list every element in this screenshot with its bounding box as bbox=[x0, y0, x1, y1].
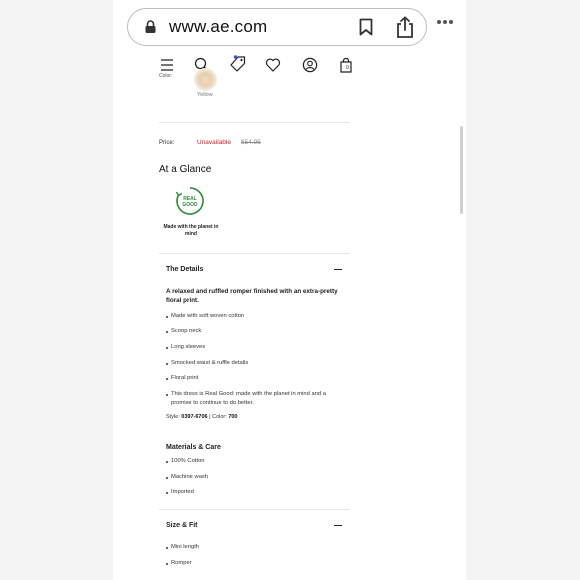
list-item: Smocked waist & ruffle details bbox=[166, 359, 341, 368]
list-item: Long sleeves bbox=[166, 343, 341, 352]
product-description: A relaxed and ruffled romper finished wi… bbox=[166, 288, 338, 304]
divider bbox=[159, 509, 350, 510]
materials-title: Materials & Care bbox=[166, 444, 221, 451]
list-item: Made with soft woven cotton bbox=[166, 312, 341, 321]
glance-title: At a Glance bbox=[159, 164, 212, 175]
price-original: $54.95 bbox=[241, 139, 261, 146]
share-icon[interactable] bbox=[396, 16, 414, 38]
price-status: Unavailable bbox=[197, 139, 231, 146]
collapse-size-fit-icon[interactable] bbox=[334, 525, 342, 527]
more-options-icon[interactable] bbox=[437, 20, 455, 26]
list-item: 100% Cotton bbox=[166, 457, 341, 466]
color-label: Color: bbox=[159, 73, 173, 79]
logo-line2: GOOD bbox=[182, 202, 198, 208]
list-item: Machine wash bbox=[166, 473, 341, 482]
lock-icon bbox=[145, 20, 156, 33]
swatch-name: Yellow bbox=[197, 92, 213, 98]
style-value: 0397-6706 bbox=[181, 414, 208, 420]
address-bar[interactable]: www.ae.com bbox=[127, 8, 427, 46]
color-code-label: Color: bbox=[212, 414, 227, 420]
bookmark-icon[interactable] bbox=[359, 18, 373, 36]
list-item: This dress is Real Good: made with the p… bbox=[166, 390, 331, 408]
scrollbar[interactable] bbox=[460, 126, 463, 214]
details-title[interactable]: The Details bbox=[166, 266, 203, 273]
divider bbox=[159, 122, 350, 123]
heart-icon[interactable] bbox=[265, 57, 281, 73]
collapse-details-icon[interactable] bbox=[334, 269, 342, 271]
price-label: Price: bbox=[159, 140, 175, 146]
real-good-logo: REAL GOOD bbox=[175, 187, 204, 215]
list-item: Floral print bbox=[166, 374, 341, 383]
bag-count: 0 bbox=[346, 65, 349, 71]
url-text[interactable]: www.ae.com bbox=[169, 17, 267, 37]
menu-icon[interactable] bbox=[159, 57, 175, 73]
list-item: Imported bbox=[166, 488, 341, 497]
real-good-caption: Made with the planet in mind bbox=[163, 224, 219, 237]
style-line: Style: 0397-6706 | Color: 700 bbox=[166, 414, 238, 420]
divider bbox=[159, 253, 350, 254]
account-icon[interactable] bbox=[302, 57, 318, 73]
style-label: Style: bbox=[166, 414, 180, 420]
size-fit-title[interactable]: Size & Fit bbox=[166, 522, 198, 529]
list-item: Scoop neck bbox=[166, 327, 341, 336]
color-swatch-yellow[interactable] bbox=[194, 68, 217, 91]
tag-icon[interactable] bbox=[229, 55, 247, 73]
list-item: Mini length bbox=[166, 543, 341, 552]
list-item: Romper bbox=[166, 559, 341, 568]
product-page: www.ae.com 0 Color: Yellow Price: Unavai… bbox=[113, 0, 466, 580]
color-code-value: 700 bbox=[228, 414, 238, 420]
